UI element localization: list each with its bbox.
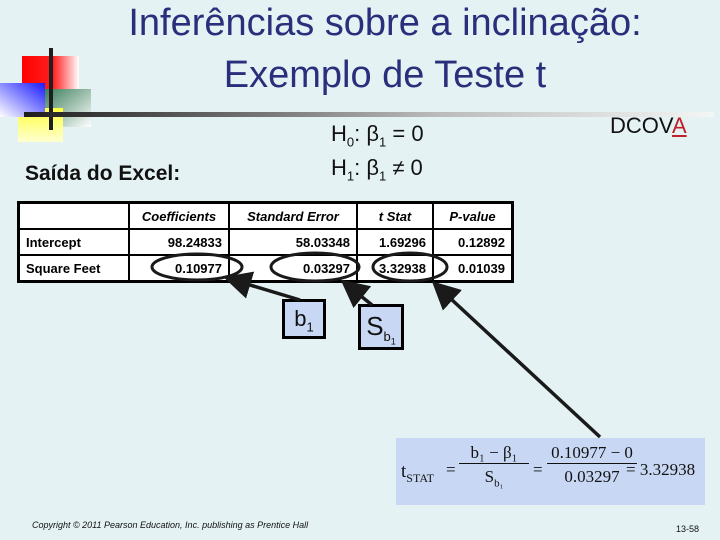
header-coefficients: Coefficients bbox=[128, 201, 230, 230]
cell-standard-error: 0.03297 bbox=[228, 254, 358, 283]
h0-beta: : β bbox=[354, 121, 380, 146]
cell-t-stat: 3.32938 bbox=[356, 254, 434, 283]
sb1-callout: Sb1 bbox=[358, 304, 404, 350]
title-line-1: Inferências sobre a inclinação: bbox=[128, 2, 642, 44]
sb1-sub: b1 bbox=[383, 329, 396, 347]
slide-number: 13-58 bbox=[676, 524, 700, 534]
h1-symbol: H bbox=[331, 155, 347, 180]
excel-regression-table: Coefficients Standard Error t Stat P-val… bbox=[17, 201, 514, 283]
title-line-2: Exemplo de Teste t bbox=[223, 54, 547, 96]
cell-t-stat: 1.69296 bbox=[356, 228, 434, 256]
table-row: Square Feet 0.10977 0.03297 3.32938 0.01… bbox=[17, 254, 514, 283]
cell-coefficient: 0.10977 bbox=[128, 254, 230, 283]
header-cell-blank bbox=[17, 201, 130, 230]
row-label: Square Feet bbox=[17, 254, 130, 283]
t-stat-formula: tSTAT = b₁ − β₁ Sb₁ = 0.10977 − 0 0.0329… bbox=[396, 438, 705, 505]
h1-beta: : β bbox=[354, 155, 380, 180]
b1-base: b bbox=[294, 306, 307, 331]
row-label: Intercept bbox=[17, 228, 130, 256]
sb1-base: S bbox=[366, 311, 384, 341]
formula-lhs: tSTAT bbox=[401, 461, 434, 486]
dcova-label: DCOVA bbox=[610, 113, 687, 139]
dcova-prefix: DCOV bbox=[610, 113, 672, 138]
formula-equals-1: = bbox=[446, 460, 456, 479]
header-t-stat: t Stat bbox=[356, 201, 434, 230]
formula-lhs-sub: STAT bbox=[406, 470, 434, 485]
fraction-denominator: Sb₁ bbox=[459, 464, 529, 489]
b1-callout: b1 bbox=[282, 299, 326, 339]
copyright-footer: Copyright © 2011 Pearson Education, Inc.… bbox=[32, 520, 309, 530]
slide-title: Inferências sobre a inclinação: Exemplo … bbox=[60, 4, 710, 108]
formula-fraction-symbolic: b₁ − β₁ Sb₁ bbox=[459, 443, 529, 489]
cell-standard-error: 58.03348 bbox=[228, 228, 358, 256]
h0-relation: = 0 bbox=[386, 121, 424, 146]
dcova-highlight: A bbox=[671, 113, 687, 138]
denominator-sub: b₁ bbox=[494, 477, 504, 490]
h1-relation: ≠ 0 bbox=[386, 155, 423, 180]
numeric-denominator: 0.03297 bbox=[564, 467, 620, 486]
header-standard-error: Standard Error bbox=[228, 201, 358, 230]
denominator-base: S bbox=[484, 467, 495, 486]
cell-p-value: 0.12892 bbox=[432, 228, 514, 256]
cell-p-value: 0.01039 bbox=[432, 254, 514, 283]
excel-output-label: Saída do Excel: bbox=[25, 162, 181, 185]
sb1-sub-sub: 1 bbox=[390, 336, 396, 347]
sb1-sub-base: b bbox=[383, 329, 391, 345]
formula-fraction-numeric: 0.10977 − 0 0.03297 bbox=[547, 443, 637, 487]
table-header-row: Coefficients Standard Error t Stat P-val… bbox=[17, 201, 514, 230]
h0-symbol: H bbox=[331, 121, 347, 146]
numeric-numerator: 0.10977 − 0 bbox=[547, 443, 637, 464]
b1-sub: 1 bbox=[306, 319, 314, 335]
table-row: Intercept 98.24833 58.03348 1.69296 0.12… bbox=[17, 228, 514, 256]
t-stat-arrow bbox=[431, 281, 602, 439]
alternative-hypothesis: H1: β1 ≠ 0 bbox=[331, 155, 423, 183]
formula-equals-2: = bbox=[533, 460, 543, 479]
fraction-numerator: b₁ − β₁ bbox=[459, 443, 529, 464]
formula-result: = 3.32938 bbox=[626, 460, 696, 479]
header-p-value: P-value bbox=[432, 201, 514, 230]
cell-coefficient: 98.24833 bbox=[128, 228, 230, 256]
sb1-arrow bbox=[340, 279, 374, 309]
null-hypothesis: H0: β1 = 0 bbox=[331, 121, 424, 149]
